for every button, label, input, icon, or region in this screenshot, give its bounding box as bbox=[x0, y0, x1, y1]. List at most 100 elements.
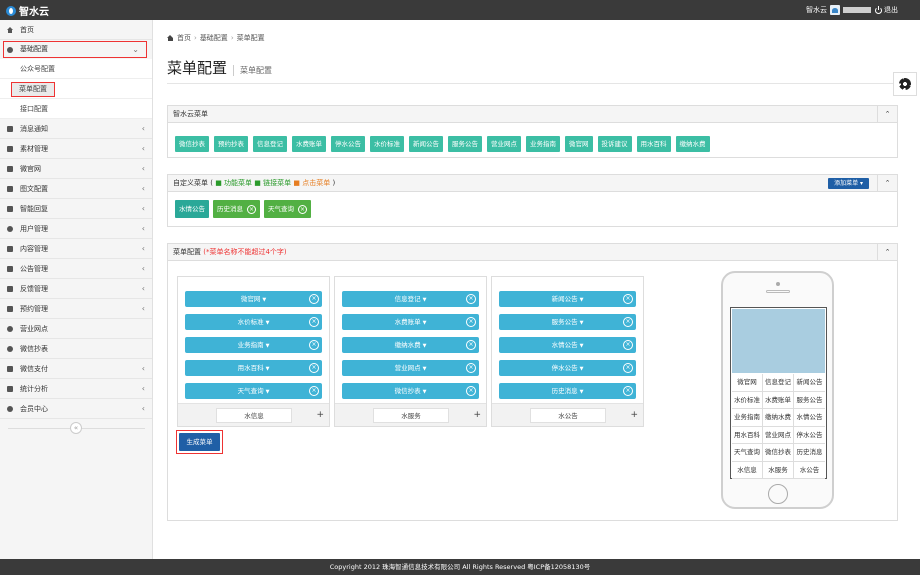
collapse-panel-chevron-up-icon[interactable]: ⌃ bbox=[877, 175, 897, 191]
menu-item[interactable]: 天气查询 ▼ × bbox=[185, 383, 322, 399]
sidebar-item-member-center[interactable]: 会员中心 ‹ bbox=[0, 399, 152, 419]
sidebar-item-wechat-pay[interactable]: 微信支付 ‹ bbox=[0, 359, 152, 379]
sidebar-subitem-api-config[interactable]: 接口配置 bbox=[0, 99, 152, 119]
zsy-menu-button[interactable]: 投诉建议 bbox=[597, 136, 632, 152]
sidebar-subitem-menu-config[interactable]: 菜单配置 bbox=[0, 79, 152, 99]
collapse-panel-chevron-up-icon[interactable]: ⌃ bbox=[877, 244, 897, 260]
settings-button[interactable] bbox=[893, 72, 917, 96]
power-icon[interactable] bbox=[875, 5, 882, 14]
zsy-menu-button[interactable]: 水价标准 bbox=[370, 136, 404, 152]
zsy-menu-button[interactable]: 微官网 bbox=[565, 136, 593, 152]
parent-menu-name-input[interactable]: 水信息 bbox=[216, 408, 292, 423]
remove-circle-icon[interactable]: × bbox=[309, 362, 319, 373]
sidebar-item-feedback[interactable]: 反馈管理 ‹ bbox=[0, 279, 152, 299]
custom-menu-button[interactable]: 天气查询 × bbox=[264, 200, 311, 218]
menu-item[interactable]: 停水公告 ▼ × bbox=[499, 360, 636, 376]
avatar[interactable] bbox=[830, 5, 840, 15]
collapse-panel-chevron-up-icon[interactable]: ⌃ bbox=[877, 106, 897, 122]
menu-item[interactable]: 水费账单 ▼ × bbox=[342, 314, 479, 330]
remove-circle-icon[interactable]: × bbox=[309, 339, 319, 350]
remove-circle-icon[interactable]: × bbox=[247, 204, 256, 214]
sidebar-item-smart-reply[interactable]: 智能回复 ‹ bbox=[0, 199, 152, 219]
caret-down-icon[interactable]: ▼ bbox=[423, 320, 427, 326]
remove-circle-icon[interactable]: × bbox=[298, 204, 307, 214]
caret-down-icon[interactable]: ▼ bbox=[423, 389, 427, 395]
remove-circle-icon[interactable]: × bbox=[309, 316, 319, 327]
menu-item[interactable]: 业务指南 ▼ × bbox=[185, 337, 322, 353]
caret-down-icon[interactable]: ▼ bbox=[266, 343, 270, 349]
caret-down-icon[interactable]: ▼ bbox=[580, 366, 584, 372]
parent-menu-name-input[interactable]: 水公告 bbox=[530, 408, 606, 423]
sidebar-item-users[interactable]: 用户管理 ‹ bbox=[0, 219, 152, 239]
add-submenu-plus-icon[interactable]: + bbox=[630, 408, 638, 423]
breadcrumb-home[interactable]: 首页 bbox=[177, 33, 191, 43]
zsy-menu-button[interactable]: 新闻公告 bbox=[409, 136, 443, 152]
breadcrumb-level1[interactable]: 基础配置 bbox=[200, 33, 228, 43]
caret-down-icon[interactable]: ▼ bbox=[423, 343, 427, 349]
zsy-menu-button[interactable]: 预约抄表 bbox=[214, 136, 248, 152]
caret-down-icon[interactable]: ▼ bbox=[580, 297, 584, 303]
zsy-menu-button[interactable]: 服务公告 bbox=[448, 136, 482, 152]
zsy-menu-button[interactable]: 信息登记 bbox=[253, 136, 287, 152]
sidebar-item-meter-reading[interactable]: 微信抄表 bbox=[0, 339, 152, 359]
sidebar-item-materials[interactable]: 素材管理 ‹ bbox=[0, 139, 152, 159]
remove-circle-icon[interactable]: × bbox=[623, 316, 633, 327]
remove-circle-icon[interactable]: × bbox=[623, 362, 633, 373]
remove-circle-icon[interactable]: × bbox=[623, 293, 633, 304]
sidebar-item-service-points[interactable]: 营业网点 bbox=[0, 319, 152, 339]
remove-circle-icon[interactable]: × bbox=[309, 385, 319, 396]
remove-circle-icon[interactable]: × bbox=[466, 316, 476, 327]
sidebar-subitem-official-account[interactable]: 公众号配置 bbox=[0, 59, 152, 79]
menu-item[interactable]: 水价标准 ▼ × bbox=[185, 314, 322, 330]
menu-item[interactable]: 营业网点 ▼ × bbox=[342, 360, 479, 376]
sidebar-item-home[interactable]: 首页 bbox=[0, 20, 152, 40]
menu-item[interactable]: 历史消息 ▼ × bbox=[499, 383, 636, 399]
parent-menu-name-input[interactable]: 水服务 bbox=[373, 408, 449, 423]
caret-down-icon[interactable]: ▼ bbox=[580, 343, 584, 349]
zsy-menu-button[interactable]: 缴纳水费 bbox=[675, 136, 710, 152]
add-submenu-plus-icon[interactable]: + bbox=[473, 408, 481, 423]
caret-down-icon[interactable]: ▼ bbox=[266, 389, 270, 395]
sidebar-item-article-config[interactable]: 图文配置 ‹ bbox=[0, 179, 152, 199]
menu-item[interactable]: 微官网 ▼ × bbox=[185, 291, 322, 307]
remove-circle-icon[interactable]: × bbox=[466, 339, 476, 350]
remove-circle-icon[interactable]: × bbox=[466, 293, 476, 304]
zsy-menu-button[interactable]: 业务指南 bbox=[526, 136, 560, 152]
caret-down-icon[interactable]: ▼ bbox=[423, 366, 427, 372]
caret-down-icon[interactable]: ▼ bbox=[262, 297, 266, 303]
remove-circle-icon[interactable]: × bbox=[466, 385, 476, 396]
sidebar-item-appointments[interactable]: 预约管理 ‹ bbox=[0, 299, 152, 319]
custom-menu-button[interactable]: 水情公告 bbox=[175, 200, 209, 218]
menu-item[interactable]: 水情公告 ▼ × bbox=[499, 337, 636, 353]
generate-menu-button[interactable]: 生成菜单 bbox=[179, 433, 220, 451]
zsy-menu-button[interactable]: 水费账单 bbox=[292, 136, 326, 152]
remove-circle-icon[interactable]: × bbox=[309, 293, 319, 304]
menu-item[interactable]: 信息登记 ▼ × bbox=[342, 291, 479, 307]
add-menu-button[interactable]: 添加菜单 ▾ bbox=[828, 178, 869, 189]
caret-down-icon[interactable]: ▼ bbox=[580, 389, 584, 395]
remove-circle-icon[interactable]: × bbox=[466, 362, 476, 373]
caret-down-icon[interactable]: ▼ bbox=[423, 297, 427, 303]
zsy-menu-button[interactable]: 微信抄表 bbox=[175, 136, 209, 152]
logo[interactable]: 智水云 bbox=[6, 3, 49, 18]
custom-menu-button[interactable]: 历史消息 × bbox=[213, 200, 260, 218]
add-submenu-plus-icon[interactable]: + bbox=[316, 408, 324, 423]
zsy-menu-button[interactable]: 用水百科 bbox=[636, 136, 671, 152]
caret-down-icon[interactable]: ▼ bbox=[266, 320, 270, 326]
zsy-menu-button[interactable]: 营业网点 bbox=[487, 136, 521, 152]
menu-item[interactable]: 用水百科 ▼ × bbox=[185, 360, 322, 376]
menu-item[interactable]: 缴纳水费 ▼ × bbox=[342, 337, 479, 353]
sidebar-item-content[interactable]: 内容管理 ‹ bbox=[0, 239, 152, 259]
collapse-sidebar-icon[interactable]: « bbox=[70, 422, 82, 434]
remove-circle-icon[interactable]: × bbox=[623, 385, 633, 396]
sidebar-item-notifications[interactable]: 消息通知 ‹ bbox=[0, 119, 152, 139]
menu-item[interactable]: 服务公告 ▼ × bbox=[499, 314, 636, 330]
sidebar-item-statistics[interactable]: 统计分析 ‹ bbox=[0, 379, 152, 399]
sidebar-item-micro-site[interactable]: 微官网 ‹ bbox=[0, 159, 152, 179]
zsy-menu-button[interactable]: 停水公告 bbox=[331, 136, 365, 152]
caret-down-icon[interactable]: ▼ bbox=[266, 366, 270, 372]
sidebar-item-basic-config[interactable]: 基础配置 ⌄ bbox=[3, 41, 147, 58]
logout-link[interactable]: 退出 bbox=[884, 5, 898, 15]
menu-item[interactable]: 新闻公告 ▼ × bbox=[499, 291, 636, 307]
remove-circle-icon[interactable]: × bbox=[623, 339, 633, 350]
